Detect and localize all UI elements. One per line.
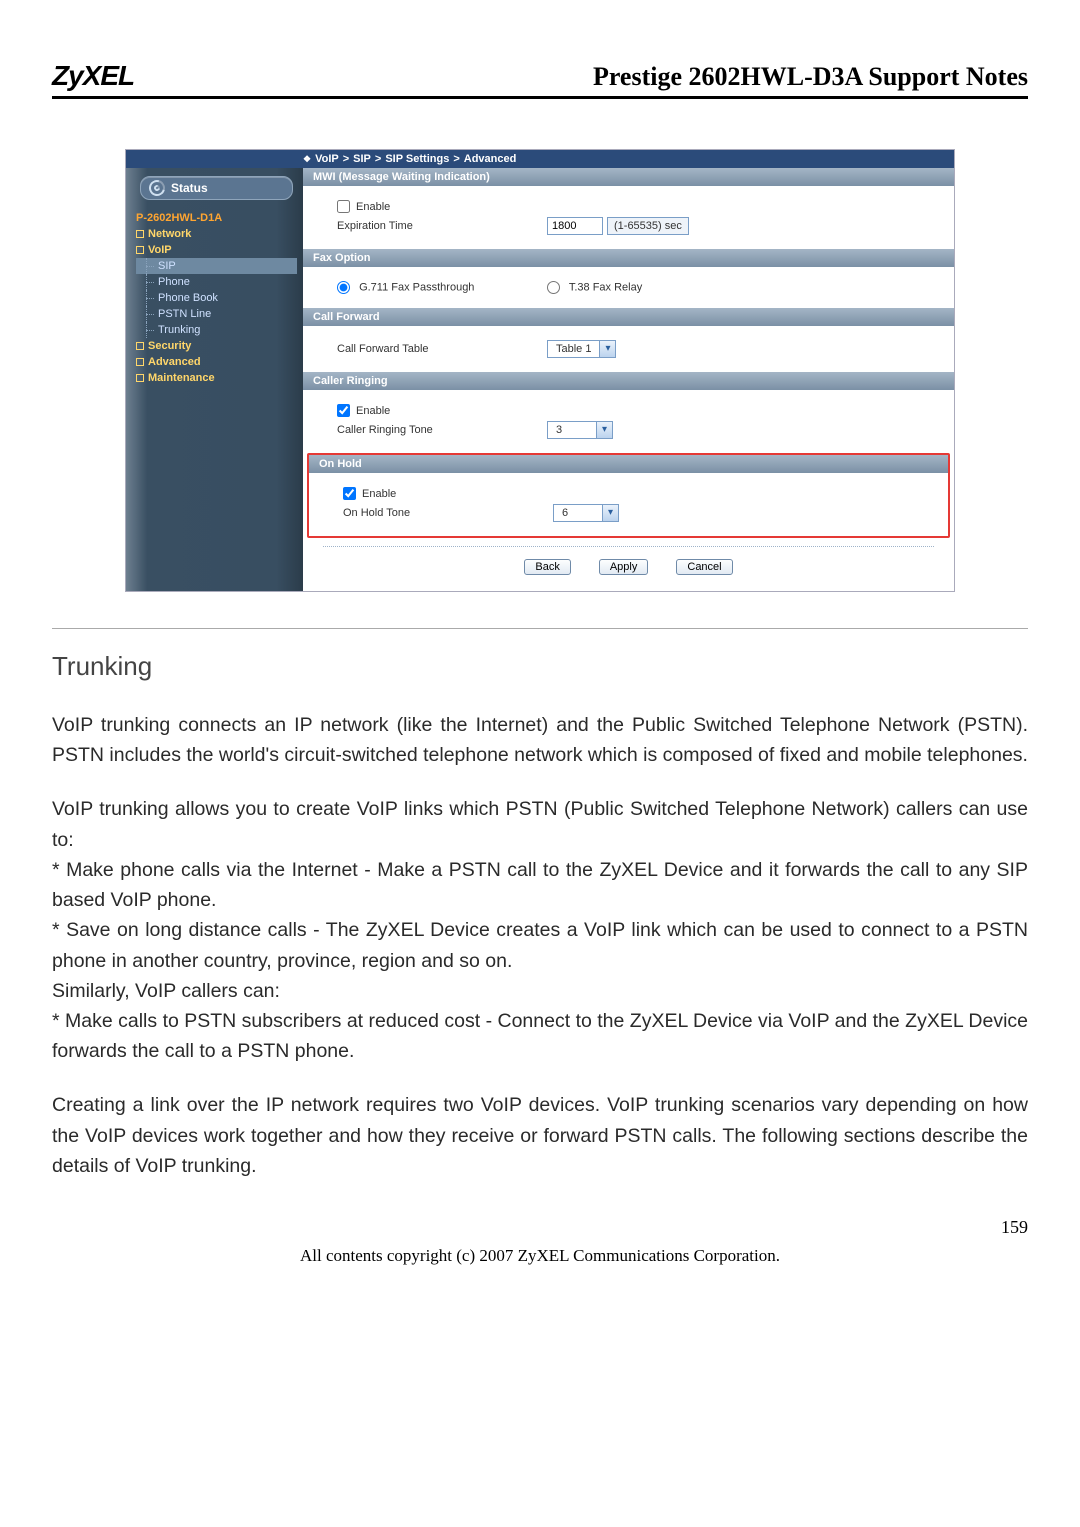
expiration-time-input[interactable]	[547, 217, 603, 235]
breadcrumb-item: Advanced	[464, 153, 517, 165]
on-hold-tone-select[interactable]: 6	[553, 504, 619, 522]
sidebar-status[interactable]: Status	[140, 176, 293, 200]
sidebar-item-pstn-line[interactable]: PSTN Line	[136, 306, 303, 322]
status-label: Status	[171, 181, 208, 195]
paragraph: * Make calls to PSTN subscribers at redu…	[52, 1006, 1028, 1066]
status-icon	[146, 177, 168, 199]
expiration-time-unit: (1-65535) sec	[607, 217, 689, 235]
call-forward-table-label: Call Forward Table	[337, 343, 547, 355]
sidebar-device-model: P-2602HWL-D1A	[136, 210, 303, 226]
section-header-mwi: MWI (Message Waiting Indication)	[303, 168, 954, 186]
sidebar-item-sip[interactable]: SIP	[136, 258, 297, 274]
fax-g711-label: G.711 Fax Passthrough	[359, 281, 474, 293]
caller-ringing-tone-select[interactable]: 3	[547, 421, 613, 439]
call-forward-table-select[interactable]: Table 1	[547, 340, 616, 358]
sidebar-item-trunking[interactable]: Trunking	[136, 322, 303, 338]
fax-t38-label: T.38 Fax Relay	[569, 281, 642, 293]
sidebar-group-network[interactable]: Network	[136, 226, 303, 242]
router-admin-screenshot: ❖ VoIP > SIP > SIP Settings > Advanced S…	[125, 149, 955, 592]
section-header-fax: Fax Option	[303, 249, 954, 267]
caller-ringing-tone-label: Caller Ringing Tone	[337, 424, 547, 436]
breadcrumb: ❖ VoIP > SIP > SIP Settings > Advanced	[126, 150, 954, 168]
fax-g711-radio[interactable]	[337, 281, 350, 294]
section-heading-trunking: Trunking	[52, 651, 1028, 682]
expiration-time-label: Expiration Time	[337, 220, 547, 232]
mwi-enable-label: Enable	[356, 201, 390, 213]
body-text: VoIP trunking connects an IP network (li…	[52, 710, 1028, 1181]
sidebar-group-maintenance[interactable]: Maintenance	[136, 370, 303, 386]
sidebar-group-advanced[interactable]: Advanced	[136, 354, 303, 370]
back-button[interactable]: Back	[524, 559, 570, 575]
page-number: 159	[52, 1217, 1028, 1238]
on-hold-enable-checkbox[interactable]	[343, 487, 356, 500]
paragraph: * Save on long distance calls - The ZyXE…	[52, 915, 1028, 975]
section-header-call-forward: Call Forward	[303, 308, 954, 326]
divider	[52, 628, 1028, 629]
paragraph: Similarly, VoIP callers can:	[52, 976, 1028, 1006]
paragraph: Creating a link over the IP network requ…	[52, 1090, 1028, 1181]
fax-t38-radio[interactable]	[547, 281, 560, 294]
breadcrumb-item[interactable]: SIP Settings	[385, 153, 449, 165]
copyright-footer: All contents copyright (c) 2007 ZyXEL Co…	[52, 1246, 1028, 1266]
chevron-icon: ❖	[303, 154, 311, 165]
chevron-down-icon	[599, 341, 615, 357]
sidebar-group-security[interactable]: Security	[136, 338, 303, 354]
brand-logo: ZyXEL	[52, 60, 134, 92]
page-header: ZyXEL Prestige 2602HWL-D3A Support Notes	[52, 60, 1028, 99]
settings-panel: MWI (Message Waiting Indication) Enable …	[303, 168, 954, 591]
document-title: Prestige 2602HWL-D3A Support Notes	[593, 62, 1028, 92]
chevron-down-icon	[602, 505, 618, 521]
caller-ringing-enable-checkbox[interactable]	[337, 404, 350, 417]
on-hold-tone-label: On Hold Tone	[343, 507, 553, 519]
sidebar-item-phone[interactable]: Phone	[136, 274, 303, 290]
cancel-button[interactable]: Cancel	[676, 559, 732, 575]
paragraph: VoIP trunking connects an IP network (li…	[52, 710, 1028, 770]
section-header-on-hold: On Hold	[309, 455, 948, 473]
mwi-enable-checkbox[interactable]	[337, 200, 350, 213]
on-hold-highlight: On Hold Enable On Hold Tone 6	[307, 453, 950, 538]
paragraph: VoIP trunking allows you to create VoIP …	[52, 794, 1028, 854]
sidebar: Status P-2602HWL-D1A Network VoIP SIP Ph…	[126, 168, 303, 591]
on-hold-enable-label: Enable	[362, 488, 396, 500]
sidebar-group-voip[interactable]: VoIP	[136, 242, 303, 258]
section-header-caller-ringing: Caller Ringing	[303, 372, 954, 390]
caller-ringing-enable-label: Enable	[356, 405, 390, 417]
breadcrumb-item[interactable]: SIP	[353, 153, 371, 165]
action-buttons: Back Apply Cancel	[323, 546, 934, 591]
chevron-down-icon	[596, 422, 612, 438]
breadcrumb-item[interactable]: VoIP	[315, 153, 339, 165]
sidebar-item-phone-book[interactable]: Phone Book	[136, 290, 303, 306]
paragraph: * Make phone calls via the Internet - Ma…	[52, 855, 1028, 915]
apply-button[interactable]: Apply	[599, 559, 649, 575]
